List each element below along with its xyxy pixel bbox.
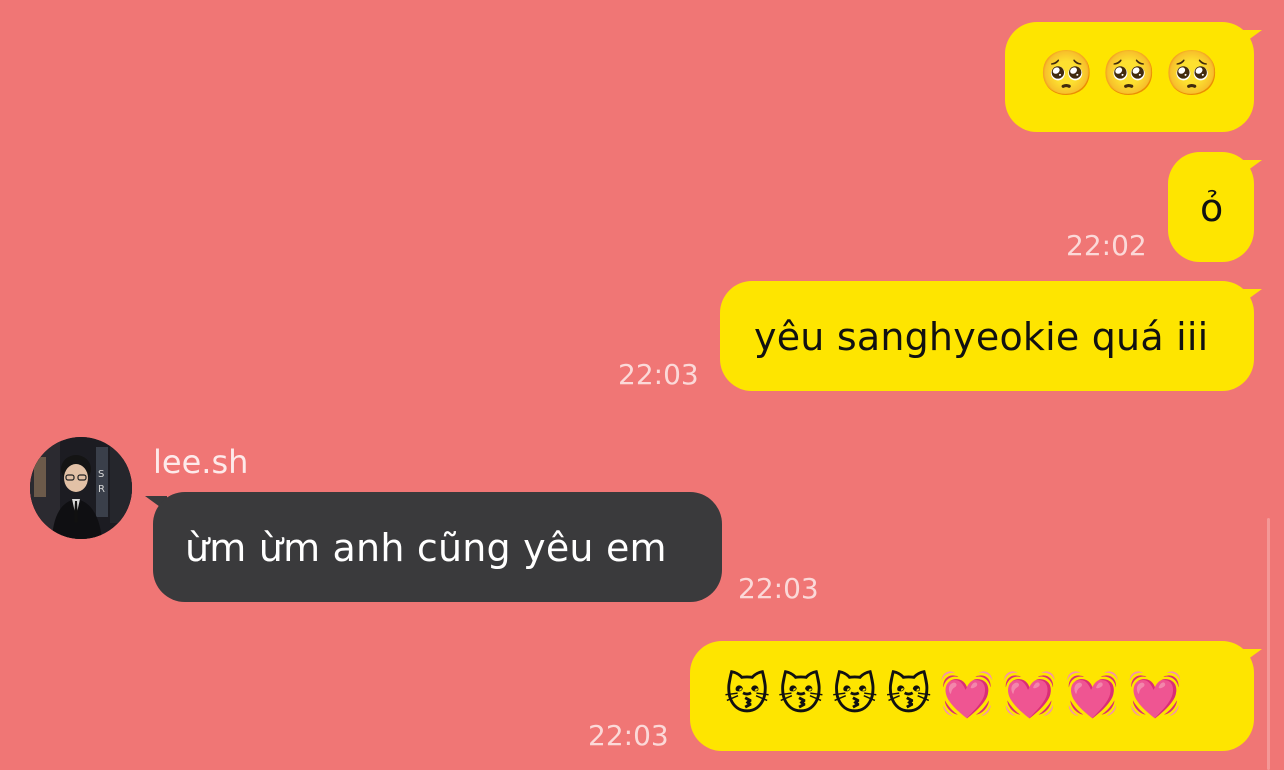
message-timestamp: 22:02 bbox=[1066, 229, 1147, 262]
message-timestamp: 22:03 bbox=[588, 719, 669, 752]
message-text: ỏ bbox=[1200, 186, 1224, 230]
message-text: 🥺🥺🥺 bbox=[1039, 48, 1228, 99]
sender-name: lee.sh bbox=[153, 443, 249, 481]
message-bubble-incoming[interactable]: ừm ừm anh cũng yêu em bbox=[153, 492, 722, 602]
scrollbar[interactable] bbox=[1267, 518, 1270, 770]
message-timestamp: 22:03 bbox=[618, 358, 699, 391]
svg-text:S: S bbox=[98, 469, 104, 480]
message-text: ừm ừm anh cũng yêu em bbox=[185, 526, 667, 570]
message-text: 😽😽😽😽💓💓💓💓 bbox=[724, 669, 1191, 720]
avatar-photo: S R bbox=[30, 437, 132, 539]
message-bubble-outgoing[interactable]: yêu sanghyeokie quá iii bbox=[720, 281, 1254, 391]
message-bubble-outgoing[interactable]: 🥺🥺🥺 bbox=[1005, 22, 1254, 132]
message-bubble-outgoing[interactable]: 😽😽😽😽💓💓💓💓 bbox=[690, 641, 1254, 751]
message-text: yêu sanghyeokie quá iii bbox=[754, 315, 1209, 359]
svg-text:R: R bbox=[98, 484, 105, 495]
avatar[interactable]: S R bbox=[30, 437, 132, 539]
chat-view[interactable]: 🥺🥺🥺 22:02 ỏ 22:03 yêu sanghyeokie quá ii… bbox=[0, 0, 1284, 770]
message-timestamp: 22:03 bbox=[738, 572, 819, 605]
